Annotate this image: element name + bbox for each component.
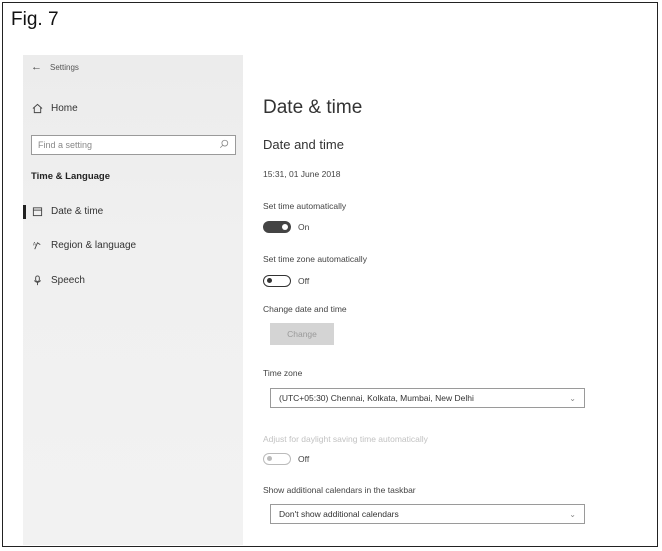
search-icon[interactable] [219, 139, 229, 151]
chevron-down-icon: ⌄ [569, 393, 576, 403]
page-title: Date & time [263, 97, 363, 118]
toggle-state: On [298, 222, 310, 232]
region-icon: A [31, 240, 43, 251]
active-indicator [23, 205, 26, 219]
sidebar-item-label: Speech [51, 275, 85, 286]
sidebar-item-region-language[interactable]: A Region & language [31, 240, 136, 251]
window-title: Settings [50, 62, 79, 72]
home-icon [31, 103, 43, 114]
set-timezone-auto-label: Set time zone automatically [263, 254, 367, 264]
sidebar-item-label: Region & language [51, 240, 137, 251]
sidebar-item-date-time[interactable]: Date & time [31, 206, 103, 217]
microphone-icon [31, 275, 43, 286]
sidebar-section-title: Time & Language [31, 171, 111, 182]
sidebar-item-speech[interactable]: Speech [31, 275, 85, 286]
daylight-toggle[interactable]: Off [263, 453, 309, 465]
sidebar-item-home[interactable]: Home [31, 103, 78, 114]
calendar-icon [31, 206, 43, 217]
home-label: Home [51, 103, 78, 114]
set-time-auto-label: Set time automatically [263, 201, 347, 211]
toggle-switch-on[interactable] [263, 221, 291, 233]
toggle-state: Off [298, 454, 310, 464]
sidebar: ← Settings Home Find a setting Time & La… [23, 55, 243, 545]
daylight-label: Adjust for daylight saving time automati… [263, 434, 428, 444]
back-arrow-icon[interactable]: ← [31, 61, 42, 73]
current-datetime: 15:31, 01 June 2018 [263, 169, 341, 179]
set-time-auto-toggle[interactable]: On [263, 221, 309, 233]
figure-frame: Fig. 7 ← Settings Home Find a setting Ti… [2, 2, 658, 547]
calendars-select[interactable]: Don't show additional calendars ⌄ [270, 504, 585, 524]
time-zone-label: Time zone [263, 368, 303, 378]
time-zone-value: (UTC+05:30) Chennai, Kolkata, Mumbai, Ne… [279, 393, 474, 403]
sidebar-item-label: Date & time [51, 206, 104, 217]
set-timezone-auto-toggle[interactable]: Off [263, 275, 309, 287]
figure-label: Fig. 7 [11, 9, 59, 30]
calendars-value: Don't show additional calendars [279, 509, 399, 519]
section-title: Date and time [263, 137, 344, 152]
change-datetime-label: Change date and time [263, 304, 347, 314]
toggle-switch-off[interactable] [263, 275, 291, 287]
time-zone-select[interactable]: (UTC+05:30) Chennai, Kolkata, Mumbai, Ne… [270, 388, 585, 408]
search-placeholder: Find a setting [38, 140, 93, 150]
search-input[interactable]: Find a setting [31, 135, 236, 155]
toggle-state: Off [298, 276, 310, 286]
title-bar: ← Settings [31, 61, 79, 73]
change-button[interactable]: Change [270, 323, 334, 345]
toggle-switch-disabled[interactable] [263, 453, 291, 465]
main-content: Date & time Date and time 15:31, 01 June… [243, 55, 644, 545]
settings-window: ← Settings Home Find a setting Time & La… [23, 55, 644, 545]
chevron-down-icon: ⌄ [569, 509, 576, 519]
calendars-label: Show additional calendars in the taskbar [263, 485, 416, 495]
